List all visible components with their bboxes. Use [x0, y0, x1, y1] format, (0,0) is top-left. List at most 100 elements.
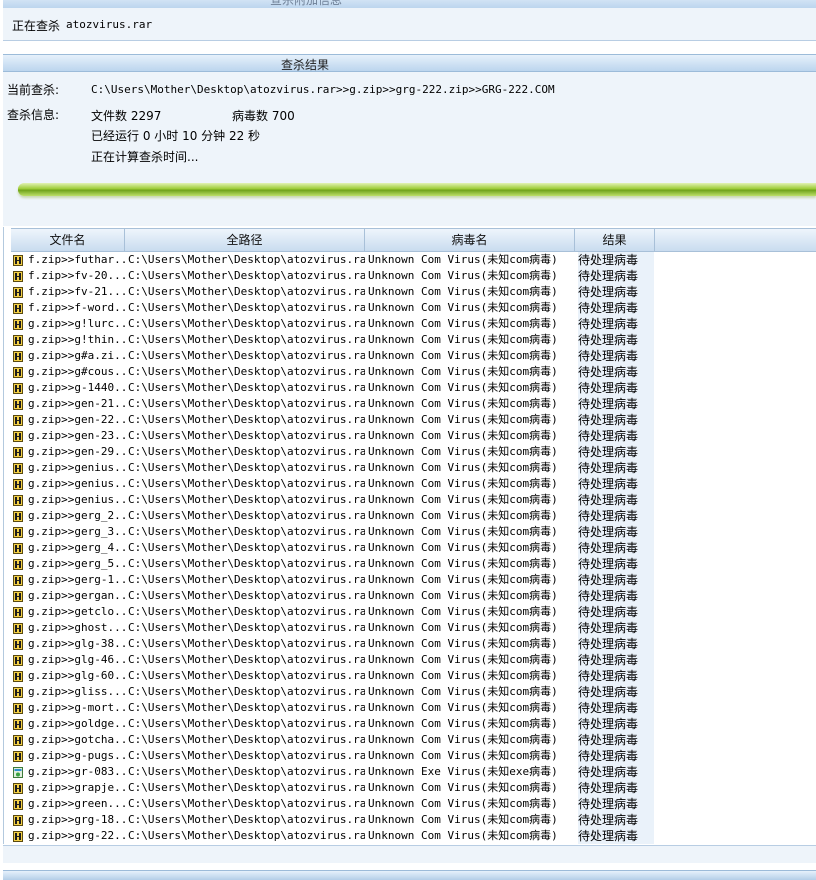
- scan-window: 查杀附加信息 正在查杀 atozvirus.rar 查杀结果 当前查杀: C:\…: [0, 0, 816, 880]
- table-cell-filename: g.zip>>gotcha...: [28, 733, 125, 746]
- table-row[interactable]: g.zip>>grapje... C:\Users\Mother\Desktop\…: [11, 780, 816, 796]
- table-cell-fullpath: C:\Users\Mother\Desktop\atozvirus.ra...: [128, 285, 365, 298]
- table-row[interactable]: g.zip>>grg-18... C:\Users\Mother\Desktop\…: [11, 812, 816, 828]
- com-file-icon: [13, 383, 23, 394]
- table-row[interactable]: g.zip>>g-1440... C:\Users\Mother\Desktop\…: [11, 380, 816, 396]
- table-row[interactable]: f.zip>>futhar... C:\Users\Mother\Desktop\…: [11, 252, 816, 268]
- table-cell-result: 待处理病毒: [578, 300, 654, 316]
- table-cell-filename: g.zip>>getclo...: [28, 605, 125, 618]
- table-cell-result: 待处理病毒: [578, 652, 654, 668]
- table-row[interactable]: g.zip>>genius... C:\Users\Mother\Desktop\…: [11, 492, 816, 508]
- table-row[interactable]: g.zip>>gen-22... C:\Users\Mother\Desktop\…: [11, 412, 816, 428]
- table-row[interactable]: g.zip>>gerg_5... C:\Users\Mother\Desktop\…: [11, 556, 816, 572]
- table-cell-filename: g.zip>>g-pugs...: [28, 749, 125, 762]
- table-cell-result: 待处理病毒: [578, 748, 654, 764]
- table-cell-result: 待处理病毒: [578, 460, 654, 476]
- table-row[interactable]: f.zip>>fv-20... C:\Users\Mother\Desktop\a…: [11, 268, 816, 284]
- com-file-icon: [13, 495, 23, 506]
- com-file-icon: [13, 783, 23, 794]
- table-cell-fullpath: C:\Users\Mother\Desktop\atozvirus.ra...: [128, 397, 365, 410]
- com-file-icon: [13, 527, 23, 538]
- bottom-panel: [3, 845, 816, 863]
- table-row[interactable]: g.zip>>gen-21... C:\Users\Mother\Desktop\…: [11, 396, 816, 412]
- table-cell-result: 待处理病毒: [578, 636, 654, 652]
- table-row[interactable]: g.zip>>green... C:\Users\Mother\Desktop\a…: [11, 796, 816, 812]
- table-row[interactable]: f.zip>>fv-21... C:\Users\Mother\Desktop\a…: [11, 284, 816, 300]
- table-row[interactable]: g.zip>>getclo... C:\Users\Mother\Desktop\…: [11, 604, 816, 620]
- table-cell-filename: g.zip>>gen-22...: [28, 413, 125, 426]
- column-header-fullpath[interactable]: 全路径: [125, 228, 365, 252]
- table-row[interactable]: g.zip>>gen-23... C:\Users\Mother\Desktop\…: [11, 428, 816, 444]
- table-row[interactable]: g.zip>>goldge... C:\Users\Mother\Desktop\…: [11, 716, 816, 732]
- table-cell-result: 待处理病毒: [578, 604, 654, 620]
- table-cell-virusname: Unknown Com Virus(未知com病毒): [368, 637, 558, 650]
- table-cell-virusname: Unknown Com Virus(未知com病毒): [368, 461, 558, 474]
- table-row[interactable]: g.zip>>ghost... C:\Users\Mother\Desktop\a…: [11, 620, 816, 636]
- column-header-filename[interactable]: 文件名: [11, 228, 125, 252]
- table-row[interactable]: g.zip>>glg-60... C:\Users\Mother\Desktop\…: [11, 668, 816, 684]
- table-cell-filename: g.zip>>gen-29...: [28, 445, 125, 458]
- table-cell-fullpath: C:\Users\Mother\Desktop\atozvirus.ra...: [128, 621, 365, 634]
- table-cell-result: 待处理病毒: [578, 732, 654, 748]
- table-cell-filename: g.zip>>g-mort...: [28, 701, 125, 714]
- table-cell-fullpath: C:\Users\Mother\Desktop\atozvirus.ra...: [128, 493, 365, 506]
- table-row[interactable]: g.zip>>glg-38... C:\Users\Mother\Desktop\…: [11, 636, 816, 652]
- table-cell-fullpath: C:\Users\Mother\Desktop\atozvirus.ra...: [128, 445, 365, 458]
- table-cell-virusname: Unknown Exe Virus(未知exe病毒): [368, 765, 558, 778]
- table-cell-virusname: Unknown Com Virus(未知com病毒): [368, 653, 558, 666]
- com-file-icon: [13, 447, 23, 458]
- table-cell-result: 待处理病毒: [578, 828, 654, 844]
- com-file-icon: [13, 367, 23, 378]
- com-file-icon: [13, 559, 23, 570]
- table-row[interactable]: g.zip>>gliss... C:\Users\Mother\Desktop\a…: [11, 684, 816, 700]
- table-cell-filename: g.zip>>g!lurc...: [28, 317, 125, 330]
- com-file-icon: [13, 479, 23, 490]
- scanning-file: atozvirus.rar: [66, 18, 153, 31]
- table-cell-virusname: Unknown Com Virus(未知com病毒): [368, 669, 558, 682]
- table-cell-virusname: Unknown Com Virus(未知com病毒): [368, 733, 558, 746]
- table-row[interactable]: g.zip>>g-mort... C:\Users\Mother\Desktop\…: [11, 700, 816, 716]
- table-row[interactable]: g.zip>>g!thin... C:\Users\Mother\Desktop\…: [11, 332, 816, 348]
- table-row[interactable]: g.zip>>gen-29... C:\Users\Mother\Desktop\…: [11, 444, 816, 460]
- table-cell-filename: g.zip>>gerg_5...: [28, 557, 125, 570]
- table-row[interactable]: g.zip>>g!lurc... C:\Users\Mother\Desktop\…: [11, 316, 816, 332]
- table-row[interactable]: g.zip>>genius... C:\Users\Mother\Desktop\…: [11, 476, 816, 492]
- table-cell-fullpath: C:\Users\Mother\Desktop\atozvirus.ra...: [128, 477, 365, 490]
- table-row[interactable]: g.zip>>grg-22... C:\Users\Mother\Desktop\…: [11, 828, 816, 844]
- table-cell-filename: g.zip>>grg-18...: [28, 813, 125, 826]
- com-file-icon: [13, 639, 23, 650]
- table-cell-fullpath: C:\Users\Mother\Desktop\atozvirus.ra...: [128, 557, 365, 570]
- table-row[interactable]: g.zip>>g#a.zi... C:\Users\Mother\Desktop\…: [11, 348, 816, 364]
- table-row[interactable]: g.zip>>gergan... C:\Users\Mother\Desktop\…: [11, 588, 816, 604]
- table-cell-filename: g.zip>>genius...: [28, 461, 125, 474]
- table-cell-fullpath: C:\Users\Mother\Desktop\atozvirus.ra...: [128, 749, 365, 762]
- table-row[interactable]: g.zip>>gerg_4... C:\Users\Mother\Desktop\…: [11, 540, 816, 556]
- com-file-icon: [13, 799, 23, 810]
- table-cell-virusname: Unknown Com Virus(未知com病毒): [368, 781, 558, 794]
- table-cell-result: 待处理病毒: [578, 668, 654, 684]
- table-row[interactable]: g.zip>>gerg_3... C:\Users\Mother\Desktop\…: [11, 524, 816, 540]
- table-cell-fullpath: C:\Users\Mother\Desktop\atozvirus.ra...: [128, 461, 365, 474]
- table-cell-fullpath: C:\Users\Mother\Desktop\atozvirus.ra...: [128, 781, 365, 794]
- elapsed-time: 已经运行 0 小时 10 分钟 22 秒: [91, 129, 261, 143]
- table-cell-virusname: Unknown Com Virus(未知com病毒): [368, 381, 558, 394]
- results-title: 查杀结果: [281, 58, 330, 72]
- column-header-virusname[interactable]: 病毒名: [365, 228, 575, 252]
- table-row[interactable]: g.zip>>genius... C:\Users\Mother\Desktop\…: [11, 460, 816, 476]
- table-row[interactable]: g.zip>>gerg-1... C:\Users\Mother\Desktop\…: [11, 572, 816, 588]
- table-row[interactable]: g.zip>>gerg_2... C:\Users\Mother\Desktop\…: [11, 508, 816, 524]
- table-row[interactable]: g.zip>>gotcha... C:\Users\Mother\Desktop\…: [11, 732, 816, 748]
- com-file-icon: [13, 511, 23, 522]
- column-header-result[interactable]: 结果: [575, 228, 655, 252]
- table-row[interactable]: f.zip>>f-word... C:\Users\Mother\Desktop\…: [11, 300, 816, 316]
- table-cell-fullpath: C:\Users\Mother\Desktop\atozvirus.ra...: [128, 605, 365, 618]
- table-cell-filename: g.zip>>ghost...: [28, 621, 125, 634]
- table-row[interactable]: g.zip>>g-pugs... C:\Users\Mother\Desktop\…: [11, 748, 816, 764]
- table-cell-virusname: Unknown Com Virus(未知com病毒): [368, 813, 558, 826]
- com-file-icon: [13, 399, 23, 410]
- table-row[interactable]: g.zip>>glg-46... C:\Users\Mother\Desktop\…: [11, 652, 816, 668]
- table-row[interactable]: g.zip>>gr-083... C:\Users\Mother\Desktop\…: [11, 764, 816, 780]
- table-row[interactable]: g.zip>>g#cous... C:\Users\Mother\Desktop\…: [11, 364, 816, 380]
- table-cell-result: 待处理病毒: [578, 700, 654, 716]
- table-cell-fullpath: C:\Users\Mother\Desktop\atozvirus.ra...: [128, 413, 365, 426]
